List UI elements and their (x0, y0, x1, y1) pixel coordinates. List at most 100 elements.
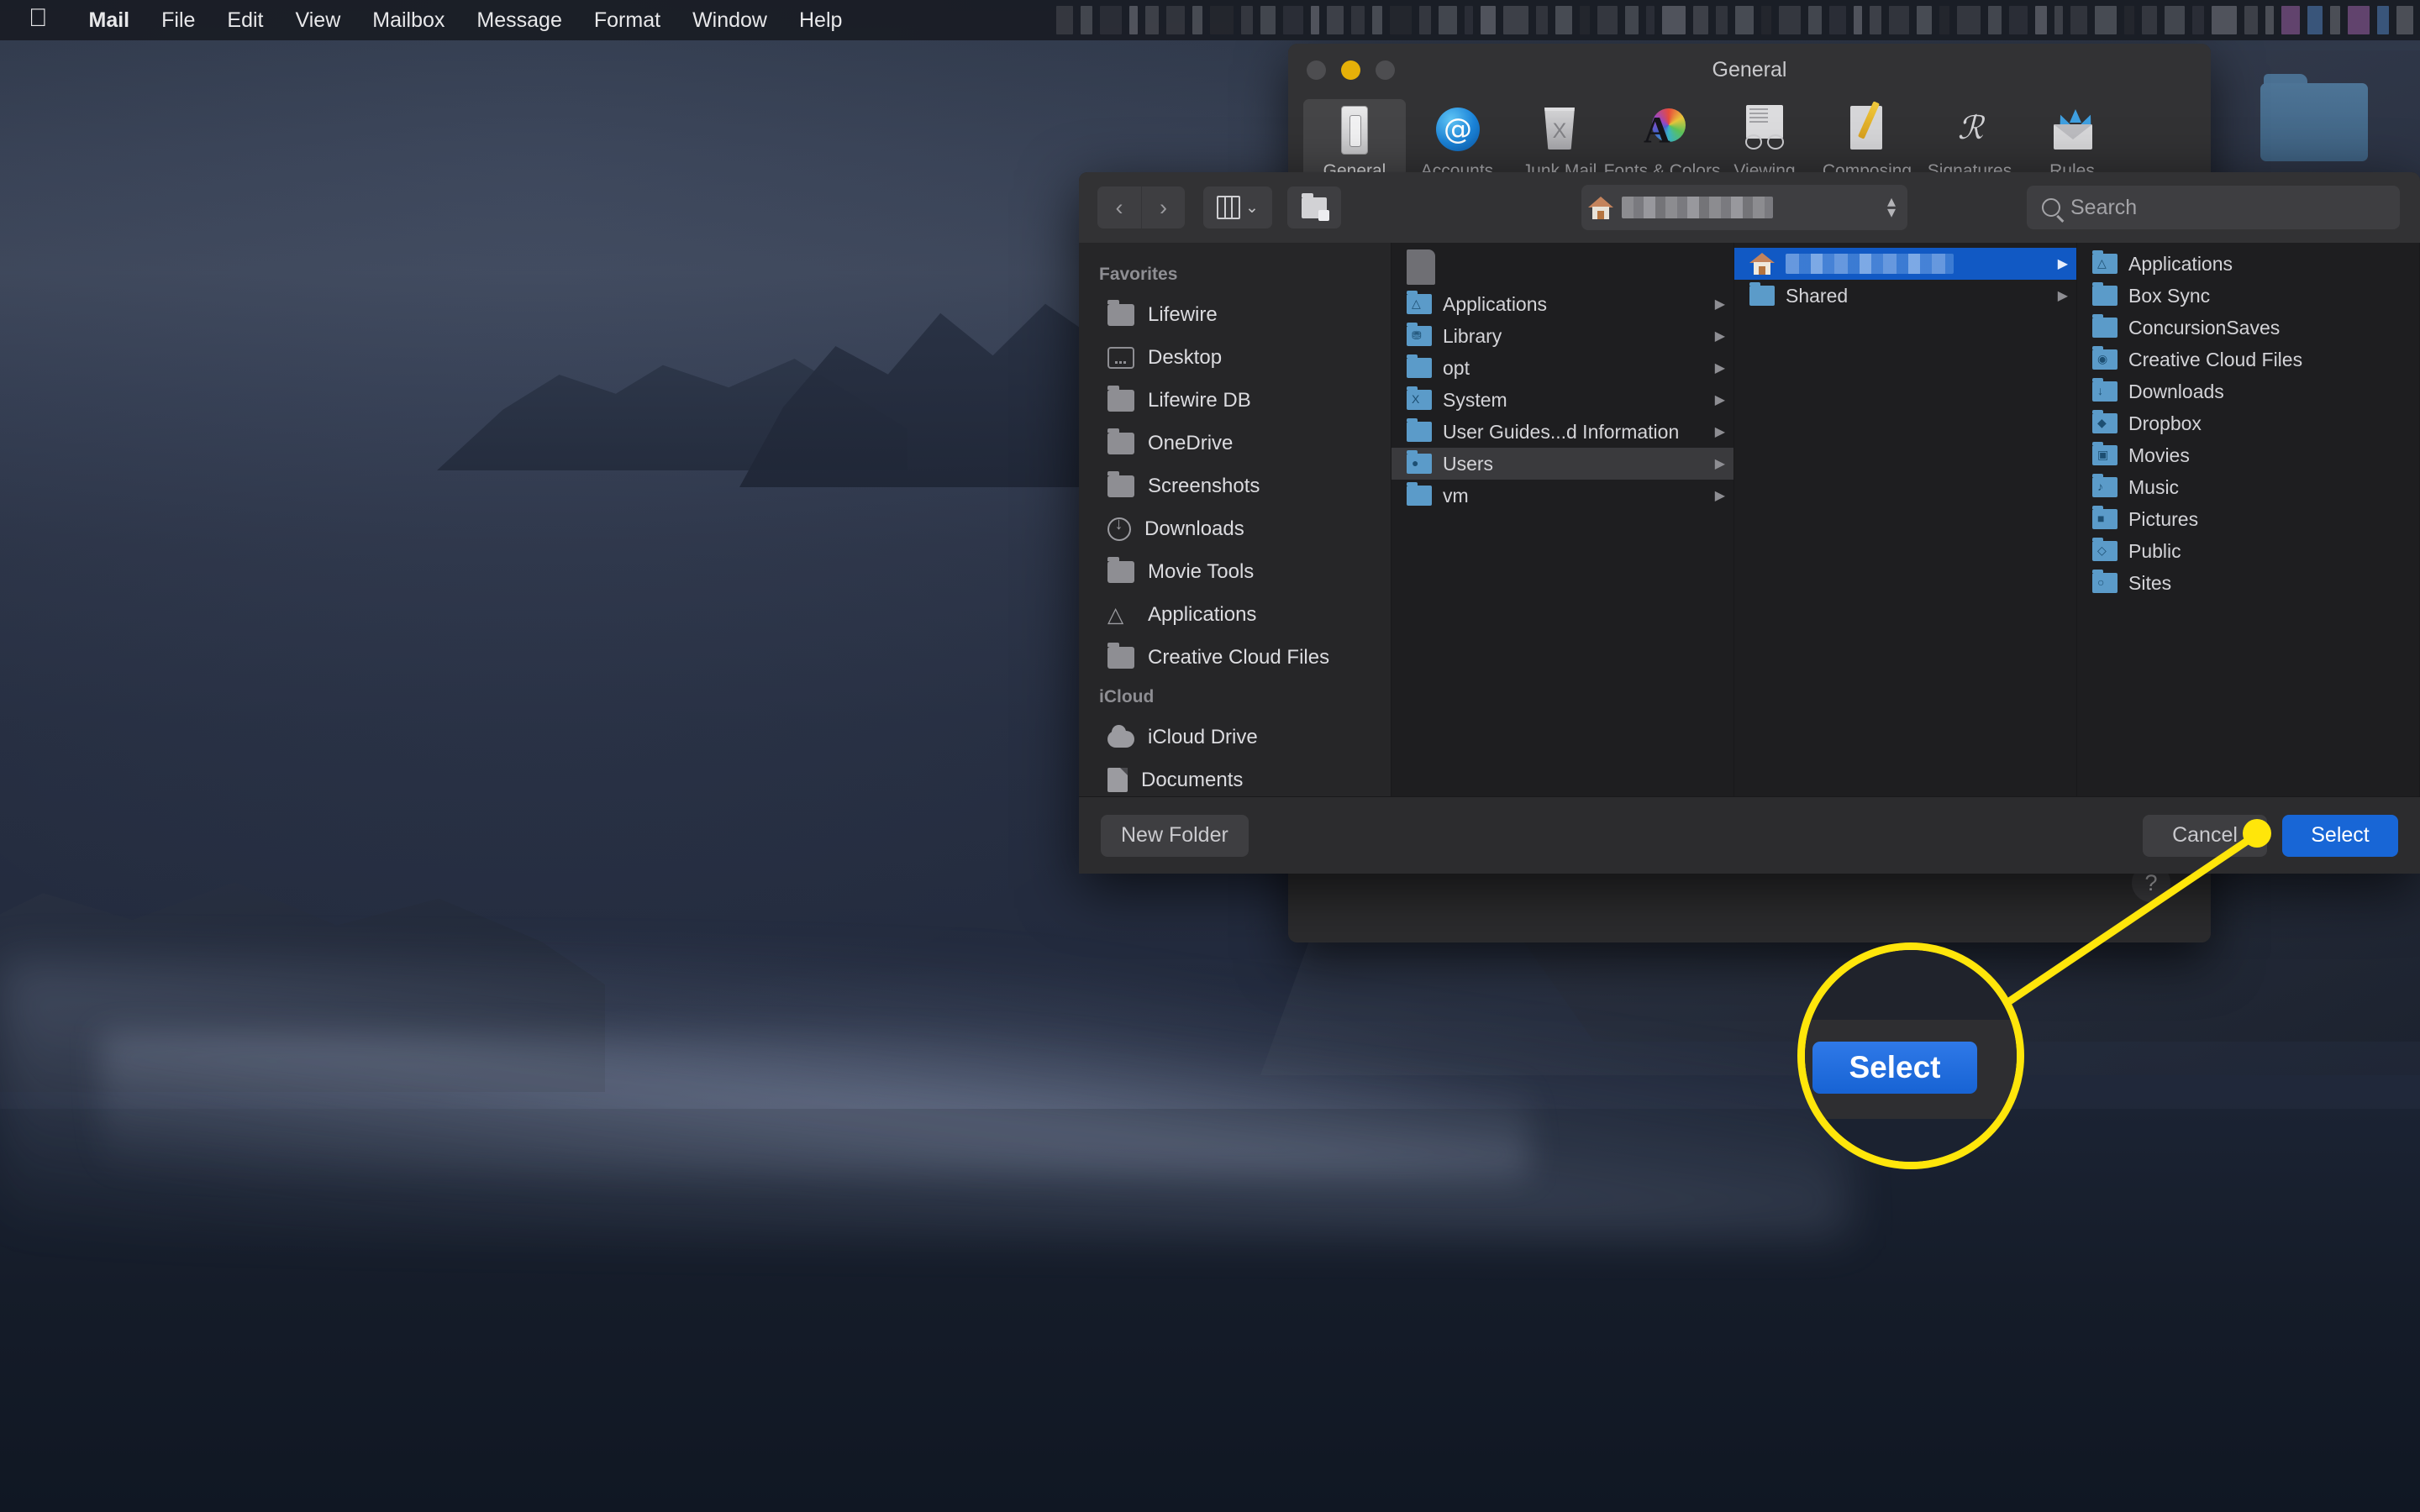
sidebar-item-documents[interactable]: Documents (1079, 759, 1391, 796)
status-item-redacted[interactable] (1988, 6, 2002, 34)
prefs-tab-viewing[interactable]: Viewing (1713, 99, 1816, 181)
status-item-redacted[interactable] (1260, 6, 1276, 34)
back-button[interactable]: ‹ (1097, 186, 1141, 228)
sidebar-item-onedrive[interactable]: OneDrive (1079, 422, 1391, 465)
status-item-redacted[interactable] (1829, 6, 1846, 34)
select-button[interactable]: Select (2282, 814, 2398, 857)
status-item-redacted[interactable] (1439, 6, 1457, 34)
status-item-redacted[interactable] (2070, 6, 2087, 34)
file-row[interactable]: ▶ (1734, 248, 2076, 280)
view-mode-button[interactable]: ⌄ (1203, 186, 1272, 228)
file-row[interactable]: vm ▶ (1392, 480, 1733, 512)
prefs-tab-general[interactable]: General (1303, 99, 1406, 181)
status-item-redacted[interactable] (1761, 6, 1771, 34)
close-button[interactable] (1307, 60, 1326, 80)
status-item-redacted[interactable] (1536, 6, 1548, 34)
file-row[interactable]: opt ▶ (1392, 352, 1733, 384)
menu-item-edit[interactable]: Edit (211, 8, 279, 33)
status-item-redacted[interactable] (2377, 6, 2389, 34)
status-item-redacted[interactable] (1693, 6, 1708, 34)
status-item-redacted[interactable] (2244, 6, 2258, 34)
menu-item-view[interactable]: View (280, 8, 357, 33)
status-item-redacted[interactable] (2396, 6, 2413, 34)
status-item-redacted[interactable] (1889, 6, 1909, 34)
status-item-redacted[interactable] (1662, 6, 1686, 34)
file-row[interactable]: ↓ Downloads (2077, 375, 2419, 407)
status-item-redacted[interactable] (2124, 6, 2134, 34)
sidebar-item-downloads[interactable]: Downloads (1079, 507, 1391, 550)
status-item-redacted[interactable] (2165, 6, 2185, 34)
file-row[interactable]: ♪ Music (2077, 471, 2419, 503)
status-item-redacted[interactable] (1716, 6, 1728, 34)
status-item-redacted[interactable] (1917, 6, 1932, 34)
status-item-redacted[interactable] (1735, 6, 1754, 34)
status-item-redacted[interactable] (1597, 6, 1618, 34)
menu-item-mail[interactable]: Mail (73, 8, 146, 33)
sidebar-item-lifewire[interactable]: Lifewire (1079, 293, 1391, 336)
file-row[interactable]: User Guides...d Information ▶ (1392, 416, 1733, 448)
status-item-redacted[interactable] (1646, 6, 1655, 34)
status-item-redacted[interactable] (1056, 6, 1073, 34)
file-row[interactable]: ○ Sites (2077, 567, 2419, 599)
forward-button[interactable]: › (1141, 186, 1185, 228)
zoom-button[interactable] (1376, 60, 1395, 80)
status-item-redacted[interactable] (1481, 6, 1496, 34)
status-item-redacted[interactable] (1327, 6, 1344, 34)
status-item-redacted[interactable] (2142, 6, 2157, 34)
status-item-redacted[interactable] (2307, 6, 2323, 34)
path-popup-button[interactable]: ▴ ▾ (1581, 185, 1907, 230)
status-item-redacted[interactable] (1100, 6, 1122, 34)
status-item-redacted[interactable] (2330, 6, 2340, 34)
status-item-redacted[interactable] (1166, 6, 1185, 34)
file-row[interactable]: ◆ Dropbox (2077, 407, 2419, 439)
status-item-redacted[interactable] (1555, 6, 1572, 34)
status-item-redacted[interactable] (1311, 6, 1319, 34)
status-item-redacted[interactable] (1192, 6, 1202, 34)
file-row[interactable]: ■ Pictures (2077, 503, 2419, 535)
status-item-redacted[interactable] (1503, 6, 1528, 34)
file-row[interactable]: △ Applications ▶ (1392, 288, 1733, 320)
status-item-redacted[interactable] (1854, 6, 1862, 34)
status-item-redacted[interactable] (1372, 6, 1382, 34)
file-row[interactable]: Box Sync (2077, 280, 2419, 312)
file-row[interactable]: ⛃ Library ▶ (1392, 320, 1733, 352)
file-row[interactable]: △ Applications (2077, 248, 2419, 280)
prefs-tab-junk-mail[interactable]: Junk Mail (1508, 99, 1611, 181)
menu-item-message[interactable]: Message (460, 8, 577, 33)
status-item-redacted[interactable] (1419, 6, 1431, 34)
menu-item-file[interactable]: File (145, 8, 211, 33)
status-item-redacted[interactable] (1390, 6, 1412, 34)
status-item-redacted[interactable] (1580, 6, 1590, 34)
menu-item-mailbox[interactable]: Mailbox (356, 8, 460, 33)
prefs-tab-rules[interactable]: Rules (2021, 99, 2123, 181)
menu-item-window[interactable]: Window (676, 8, 783, 33)
status-item-redacted[interactable] (2095, 6, 2117, 34)
status-item-redacted[interactable] (1283, 6, 1303, 34)
file-column-home[interactable]: △ Applications Box Sync ConcursionSaves ◉ Cre… (2077, 243, 2420, 796)
menu-item-format[interactable]: Format (578, 8, 676, 33)
apple-logo-icon[interactable]:  (29, 6, 48, 31)
status-item-redacted[interactable] (1081, 6, 1092, 34)
cancel-button[interactable]: Cancel (2143, 814, 2267, 857)
sidebar-item-creative-cloud-files[interactable]: Creative Cloud Files (1079, 636, 1391, 679)
file-row[interactable]: X System ▶ (1392, 384, 1733, 416)
prefs-tab-composing[interactable]: Composing (1816, 99, 1918, 181)
status-item-redacted[interactable] (2035, 6, 2047, 34)
prefs-tab-accounts[interactable]: @ Accounts (1406, 99, 1508, 181)
minimize-button[interactable] (1341, 60, 1360, 80)
file-row[interactable]: ◉ Creative Cloud Files (2077, 344, 2419, 375)
desktop-folder-icon[interactable] (2260, 74, 2368, 161)
status-item-redacted[interactable] (1957, 6, 1981, 34)
status-item-redacted[interactable] (1779, 6, 1801, 34)
new-folder-button[interactable]: New Folder (1101, 814, 1249, 857)
prefs-tab-fonts-colors[interactable]: A Fonts & Colors (1604, 99, 1720, 181)
sidebar-item-applications[interactable]: △ Applications (1079, 593, 1391, 636)
status-item-redacted[interactable] (2009, 6, 2028, 34)
search-field[interactable]: Search (2027, 186, 2400, 229)
menu-item-help[interactable]: Help (783, 8, 858, 33)
sidebar-item-icloud-drive[interactable]: iCloud Drive (1079, 716, 1391, 759)
sidebar-item-screenshots[interactable]: Screenshots (1079, 465, 1391, 507)
prefs-tab-signatures[interactable]: ℛ Signatures (1918, 99, 2021, 181)
status-item-redacted[interactable] (2212, 6, 2237, 34)
status-item-redacted[interactable] (1129, 6, 1138, 34)
